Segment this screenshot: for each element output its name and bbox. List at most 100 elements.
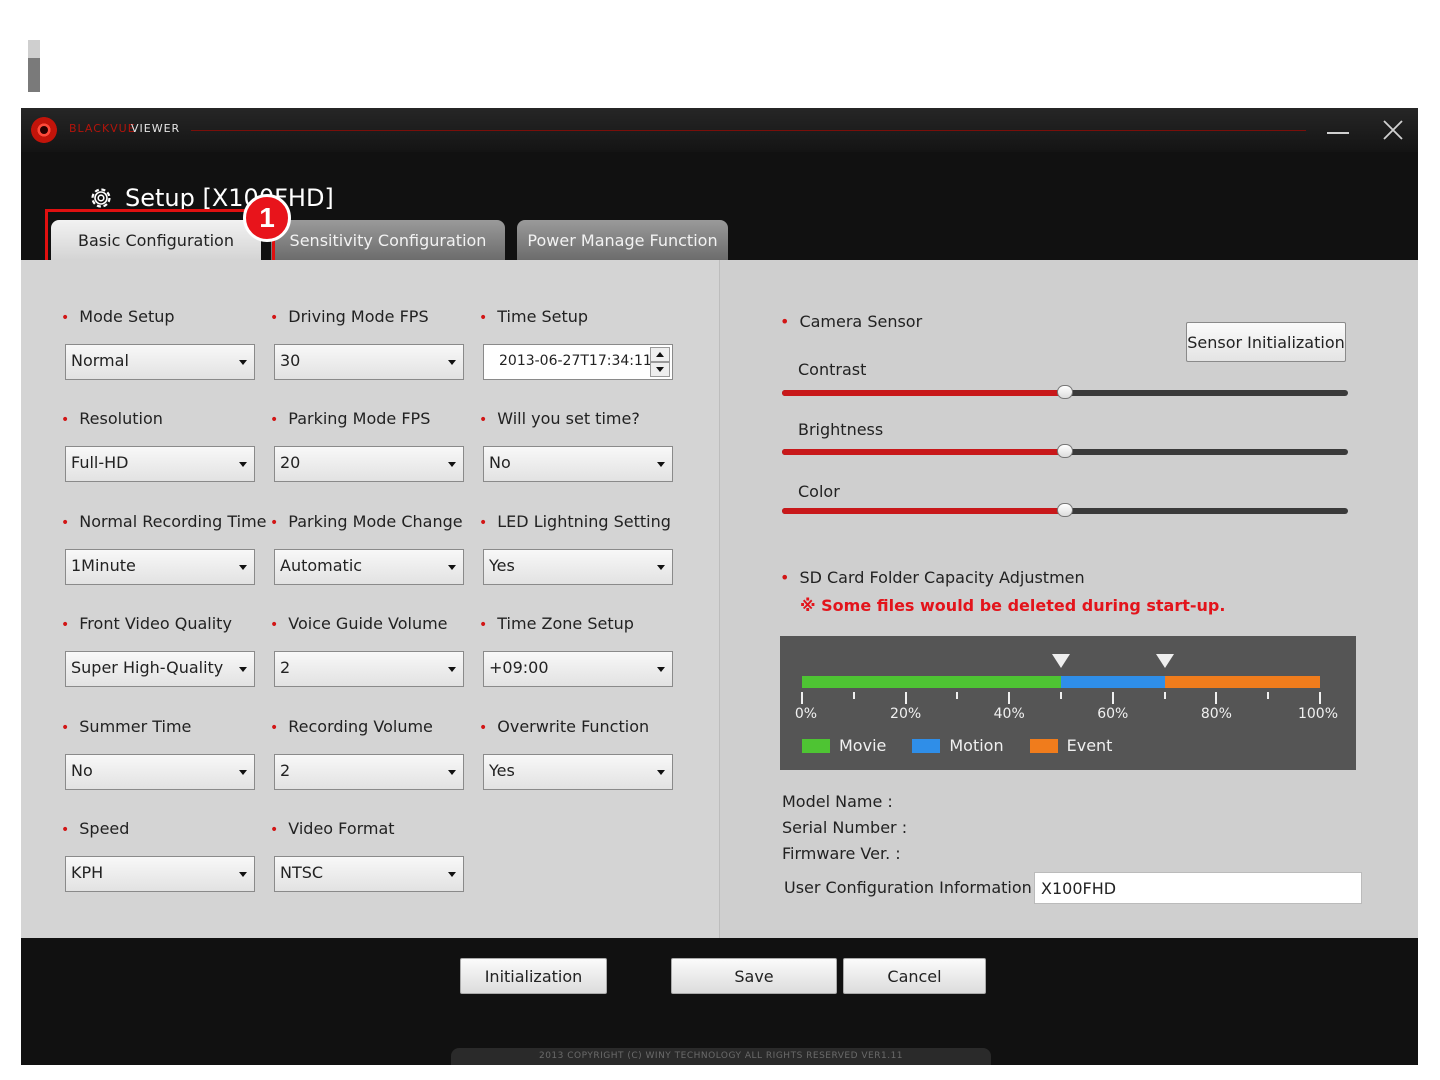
driving-fps-value: 30 [280, 351, 301, 370]
timezone-field: Time Zone Setup +09:00 [483, 613, 673, 687]
led-setting-select[interactable]: Yes [483, 549, 673, 585]
minor-tick [1060, 692, 1062, 699]
chevron-down-icon [239, 565, 247, 570]
chevron-down-icon [657, 565, 665, 570]
tab-basic-configuration[interactable]: Basic Configuration [51, 220, 261, 260]
minor-tick [956, 692, 959, 699]
app-brand: BLACKVUE [69, 122, 136, 135]
minor-tick [1267, 692, 1270, 699]
legend-label-event: Event [1066, 736, 1113, 755]
capacity-marker-motion-event[interactable] [1155, 654, 1174, 668]
contrast-slider[interactable] [782, 385, 1348, 399]
driving-fps-label: Driving Mode FPS [274, 306, 464, 328]
callout-badge: 1 [243, 194, 291, 242]
spin-down-icon[interactable] [650, 362, 670, 377]
capacity-adjuster: 0% 20% 40% 60% 80% 100% Movie Motion Event [780, 636, 1356, 770]
rec-volume-value: 2 [280, 761, 291, 780]
summer-time-select[interactable]: No [65, 754, 255, 790]
user-config-input[interactable] [1034, 872, 1362, 904]
set-time-select[interactable]: No [483, 446, 673, 482]
capacity-bar-motion [1061, 676, 1165, 688]
speed-label: Speed [65, 818, 255, 840]
time-setup-value: 2013-06-27T17:34:11 [499, 353, 652, 369]
speed-field: Speed KPH [65, 818, 255, 892]
front-quality-label: Front Video Quality [65, 613, 255, 635]
brightness-slider[interactable] [782, 444, 1348, 458]
copyright-text: 2013 COPYRIGHT (C) WINY TECHNOLOGY ALL R… [451, 1048, 991, 1065]
tick-label: 40% [993, 706, 1025, 722]
overwrite-select[interactable]: Yes [483, 754, 673, 790]
initialization-button[interactable]: Initialization [460, 958, 607, 994]
time-spinner [650, 347, 670, 377]
sensor-initialization-button[interactable]: Sensor Initialization [1186, 322, 1346, 362]
set-time-field: Will you set time? No [483, 408, 673, 482]
title-divider [191, 130, 1306, 131]
capacity-marker-movie-motion[interactable] [1052, 654, 1070, 668]
parking-fps-field: Parking Mode FPS 20 [274, 408, 464, 482]
led-setting-label: LED Lightning Setting [483, 511, 673, 533]
contrast-slider-thumb[interactable] [1057, 385, 1073, 399]
video-format-field: Video Format NTSC [274, 818, 464, 892]
voice-volume-select[interactable]: 2 [274, 651, 464, 687]
rec-volume-field: Recording Volume 2 [274, 716, 464, 790]
normal-rec-time-select[interactable]: 1Minute [65, 549, 255, 585]
legend-swatch-event [1029, 738, 1058, 753]
chevron-down-icon [448, 667, 456, 672]
parking-fps-select[interactable]: 20 [274, 446, 464, 482]
rec-volume-select[interactable]: 2 [274, 754, 464, 790]
tick-label: 100% [1297, 706, 1339, 722]
color-slider-thumb[interactable] [1057, 503, 1073, 517]
chevron-down-icon [448, 565, 456, 570]
contrast-slider-fill [782, 390, 1065, 396]
tab-power-manage-function[interactable]: Power Manage Function [517, 220, 728, 260]
close-icon[interactable] [1381, 118, 1405, 142]
color-slider[interactable] [782, 503, 1348, 517]
brightness-slider-thumb[interactable] [1057, 444, 1073, 458]
resolution-field: Resolution Full-HD [65, 408, 255, 482]
resolution-select[interactable]: Full-HD [65, 446, 255, 482]
serial-number-label: Serial Number : [782, 818, 908, 837]
mode-setup-select[interactable]: Normal [65, 344, 255, 380]
chevron-down-icon [448, 360, 456, 365]
capacity-bar-movie [802, 676, 1061, 688]
front-quality-value: Super High-Quality [71, 658, 224, 677]
driving-fps-field: Driving Mode FPS 30 [274, 306, 464, 380]
app-logo-icon [31, 117, 57, 143]
chevron-down-icon [239, 462, 247, 467]
save-button[interactable]: Save [671, 958, 837, 994]
chevron-down-icon [657, 770, 665, 775]
driving-fps-select[interactable]: 30 [274, 344, 464, 380]
tick-label: 0% [794, 706, 818, 722]
time-setup-input[interactable]: 2013-06-27T17:34:11 [483, 344, 673, 380]
timezone-select[interactable]: +09:00 [483, 651, 673, 687]
legend-swatch-motion [912, 738, 941, 753]
voice-volume-label: Voice Guide Volume [274, 613, 464, 635]
summer-time-label: Summer Time [65, 716, 255, 738]
time-setup-field: Time Setup 2013-06-27T17:34:11 [483, 306, 673, 380]
legend-label-motion: Motion [949, 736, 1004, 755]
timezone-label: Time Zone Setup [483, 613, 673, 635]
speed-value: KPH [71, 863, 104, 882]
chevron-down-icon [239, 667, 247, 672]
front-quality-select[interactable]: Super High-Quality [65, 651, 255, 687]
chevron-down-icon [239, 360, 247, 365]
chevron-down-icon [239, 770, 247, 775]
capacity-bar-event [1164, 676, 1320, 688]
spin-up-icon[interactable] [650, 347, 670, 362]
overwrite-field: Overwrite Function Yes [483, 716, 673, 790]
brightness-slider-fill [782, 449, 1065, 455]
major-tick [1215, 692, 1218, 704]
cancel-button[interactable]: Cancel [843, 958, 986, 994]
video-format-value: NTSC [280, 863, 324, 882]
parking-change-select[interactable]: Automatic [274, 549, 464, 585]
action-bar: Initialization Save Cancel 2013 COPYRIGH… [21, 938, 1418, 1065]
chevron-down-icon [448, 462, 456, 467]
front-quality-field: Front Video Quality Super High-Quality [65, 613, 255, 687]
mode-setup-field: Mode Setup Normal [65, 306, 255, 380]
video-format-select[interactable]: NTSC [274, 856, 464, 892]
speed-select[interactable]: KPH [65, 856, 255, 892]
minimize-icon[interactable] [1327, 132, 1349, 134]
tab-sensitivity-configuration[interactable]: Sensitivity Configuration [271, 220, 505, 260]
chevron-down-icon [448, 872, 456, 877]
chevron-down-icon [239, 872, 247, 877]
